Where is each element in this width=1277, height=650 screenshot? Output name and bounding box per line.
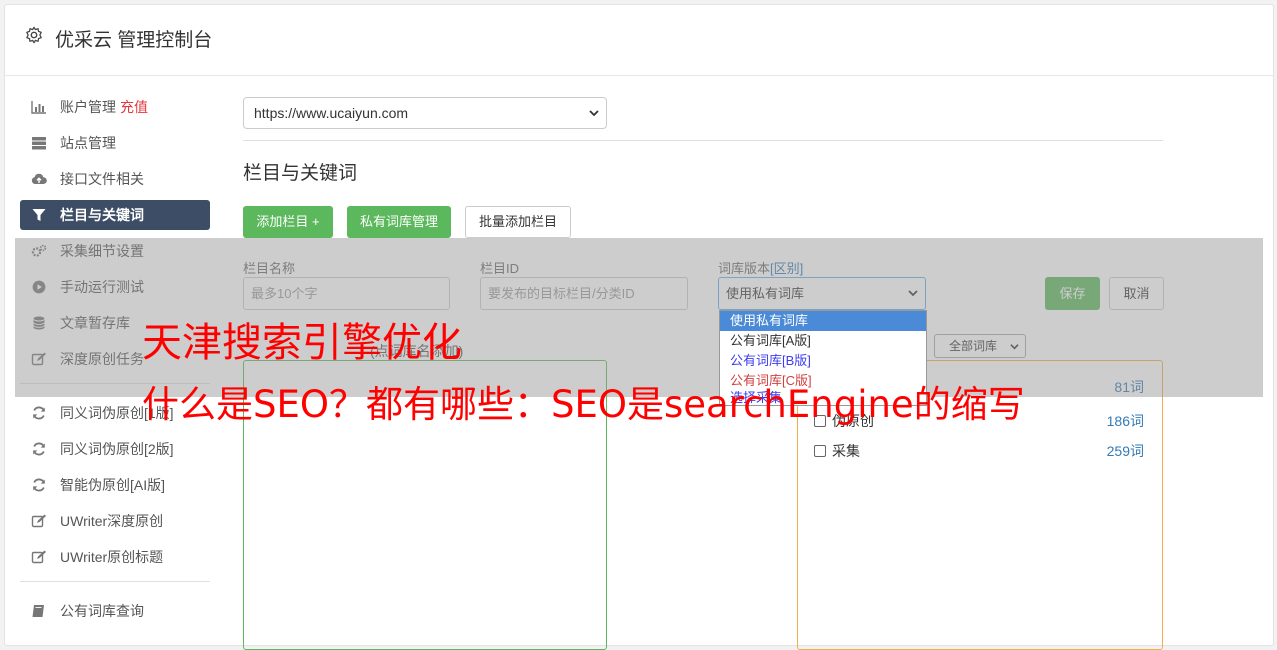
site-select-value: https://www.ucaiyun.com xyxy=(254,105,409,121)
section-title: 栏目与关键词 xyxy=(243,163,358,184)
filter-icon xyxy=(32,209,46,221)
overlay-subline: 什么是SEO？都有哪些：SEO是searchEngine的缩写 xyxy=(142,383,1025,426)
server-icon xyxy=(32,137,46,150)
add-column-button[interactable]: 添加栏目 + xyxy=(243,206,333,238)
sidebar-item-interface-files[interactable]: 接口文件相关 xyxy=(20,164,210,194)
sidebar-item-uwriter-deep[interactable]: UWriter深度原创 xyxy=(20,506,210,536)
lib-count[interactable]: 186词 xyxy=(1107,411,1144,431)
sidebar-item-label: 栏目与关键词 xyxy=(60,207,144,223)
sidebar-divider xyxy=(20,581,210,582)
dropdown-option[interactable]: 公有词库[B版] xyxy=(720,351,926,371)
lib-count[interactable]: 259词 xyxy=(1107,441,1144,461)
sidebar-item-public-lib-query[interactable]: 公有词库查询 xyxy=(20,596,210,626)
sidebar-item-label: 公有词库查询 xyxy=(60,603,144,619)
recharge-link[interactable]: 充值 xyxy=(120,99,148,115)
gear-icon xyxy=(26,26,42,44)
sidebar-item-label: 站点管理 xyxy=(60,135,116,151)
site-select[interactable]: https://www.ucaiyun.com xyxy=(243,97,607,129)
refresh-icon xyxy=(33,478,45,492)
sidebar-item-label: UWriter原创标题 xyxy=(60,549,164,565)
sidebar-item-synonym-v2[interactable]: 同义词伪原创[2版] xyxy=(20,434,210,464)
sidebar-item-uwriter-title[interactable]: UWriter原创标题 xyxy=(20,542,210,572)
edit-icon xyxy=(31,550,46,564)
sidebar-item-ai-rewrite[interactable]: 智能伪原创[AI版] xyxy=(20,470,210,500)
bar-chart-icon xyxy=(31,101,46,114)
sidebar-item-columns-keywords[interactable]: 栏目与关键词 xyxy=(20,200,210,230)
sidebar-item-sites[interactable]: 站点管理 xyxy=(20,128,210,158)
batch-add-button[interactable]: 批量添加栏目 xyxy=(465,206,571,238)
private-lib-button[interactable]: 私有词库管理 xyxy=(347,206,451,238)
edit-icon xyxy=(31,514,46,528)
book-icon xyxy=(32,605,44,617)
sidebar-item-account[interactable]: 账户管理 充值 xyxy=(20,92,210,122)
divider xyxy=(243,140,1163,141)
page-title: 优采云 管理控制台 xyxy=(55,30,213,51)
sidebar-item-label: 接口文件相关 xyxy=(60,171,144,187)
lib-name: 采集 xyxy=(832,443,860,459)
overlay-headline: 天津搜索引擎优化 xyxy=(142,320,462,366)
refresh-icon xyxy=(33,406,45,420)
chevron-down-icon xyxy=(589,110,599,117)
sidebar-item-label: 同义词伪原创[2版] xyxy=(60,441,174,457)
cloud-upload-icon xyxy=(31,173,47,184)
refresh-icon xyxy=(33,442,45,456)
sidebar-item-label: UWriter深度原创 xyxy=(60,513,164,529)
dropdown-option[interactable]: 使用私有词库 xyxy=(720,311,926,331)
list-item[interactable]: 采集 259词 xyxy=(814,441,1144,461)
checkbox[interactable] xyxy=(814,445,826,457)
dropdown-option[interactable]: 公有词库[A版] xyxy=(720,331,926,351)
sidebar-item-label: 账户管理 xyxy=(60,99,116,115)
sidebar-item-label: 智能伪原创[AI版] xyxy=(60,477,166,493)
page-header: 优采云 管理控制台 xyxy=(5,5,1273,76)
